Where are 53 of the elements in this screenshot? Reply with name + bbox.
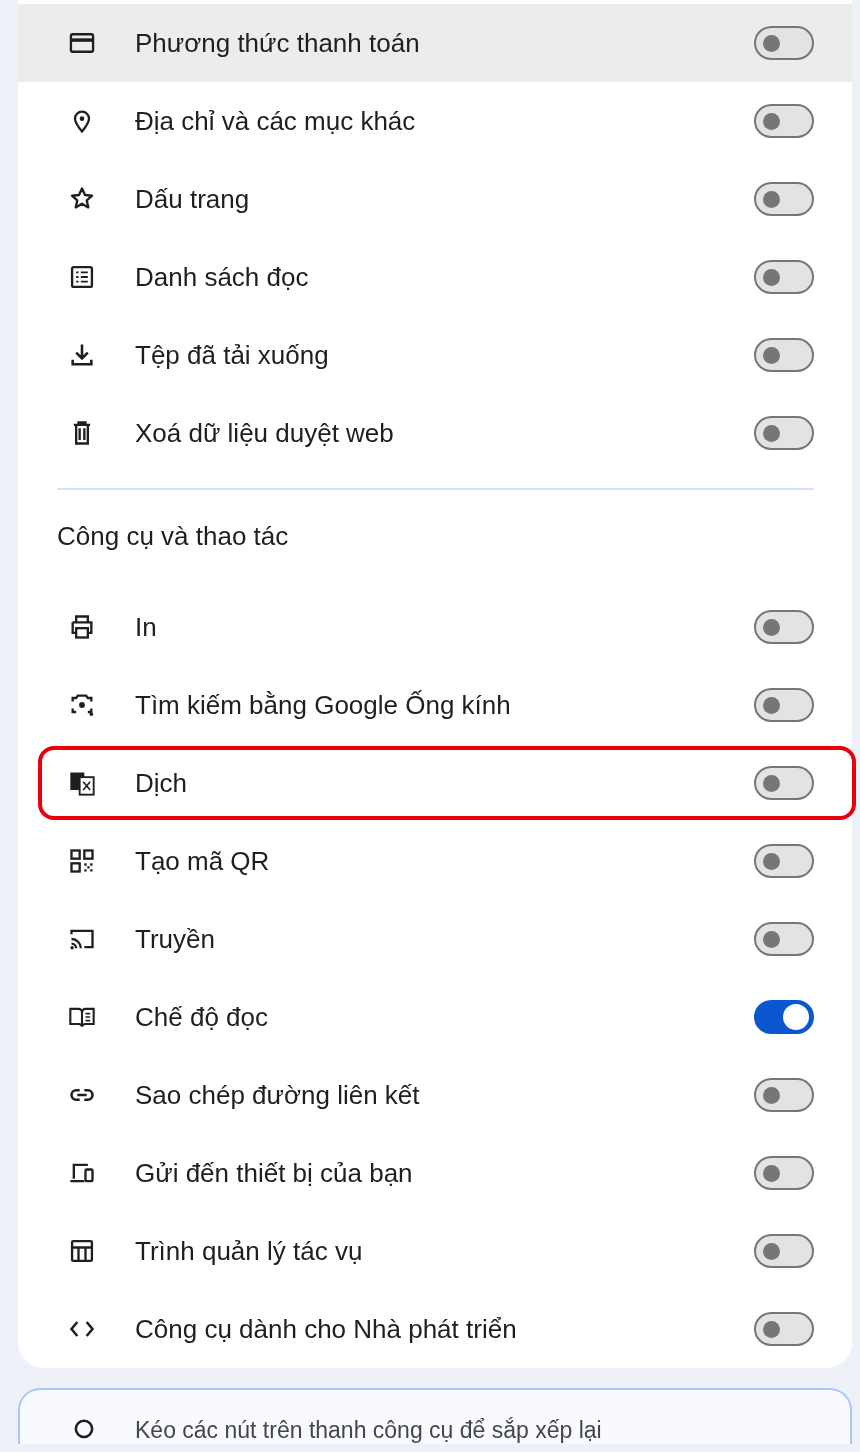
menu-item-label: Danh sách đọc [135,261,310,293]
menu-item-label: Phương thức thanh toán [135,27,421,59]
hint-text: Kéo các nút trên thanh công cụ để sắp xếp lại [135,1416,602,1444]
menu-item-label: Truyền [135,923,216,955]
menu-item[interactable]: Công cụ dành cho Nhà phát triển [18,1290,852,1368]
menu-item-label: Gửi đến thiết bị của bạn [135,1157,414,1189]
menu-item[interactable]: Gửi đến thiết bị của bạn [18,1134,852,1212]
menu-item[interactable]: Chế độ đọc [18,978,852,1056]
menu-item[interactable]: Phương thức thanh toán [18,4,852,82]
toggle-switch[interactable] [754,338,814,372]
menu-item-label: Sao chép đường liên kết [135,1079,421,1111]
menu-item-label: Trình quản lý tác vụ [135,1235,364,1267]
toggle-switch[interactable] [754,1234,814,1268]
section-header: Công cụ và thao tác [56,519,290,553]
menu-item[interactable]: Tạo mã QR [18,822,852,900]
toggle-switch[interactable] [754,1078,814,1112]
menu-item[interactable]: Trình quản lý tác vụ [18,1212,852,1290]
menu-item[interactable]: Tìm kiếm bằng Google Ống kính [18,666,852,744]
menu-item[interactable]: Sao chép đường liên kết [18,1056,852,1134]
toggle-switch[interactable] [754,26,814,60]
menu-item-label: Tìm kiếm bằng Google Ống kính [135,689,512,721]
menu-item[interactable]: Dịch [18,744,852,822]
toggle-switch[interactable] [754,688,814,722]
toggle-switch[interactable] [754,766,814,800]
toggle-switch[interactable] [754,260,814,294]
menu-item[interactable]: In [18,588,852,666]
menu-item-label: Địa chỉ và các mục khác [135,105,417,137]
menu-item-label: Dịch [135,767,188,799]
menu-item-label: Tạo mã QR [135,845,271,877]
menu-item-label: Tệp đã tải xuống [135,339,330,371]
menu-item[interactable]: Truyền [18,900,852,978]
toggle-switch[interactable] [754,1000,814,1034]
menu-item-label: Chế độ đọc [135,1001,269,1033]
list-icon [68,263,96,291]
menu-item[interactable]: Xoá dữ liệu duyệt web [18,394,852,472]
toggle-switch[interactable] [754,844,814,878]
window-layout-icon [68,1237,96,1265]
menu-item[interactable]: Địa chỉ và các mục khác [18,82,852,160]
menu-item-label: Xoá dữ liệu duyệt web [135,417,395,449]
menu-item[interactable]: Tệp đã tải xuống [18,316,852,394]
toggle-switch[interactable] [754,416,814,450]
menu-item-label: In [135,611,158,643]
toggle-switch[interactable] [754,104,814,138]
qr-code-icon [68,847,96,875]
toggle-switch[interactable] [754,1312,814,1346]
toggle-switch[interactable] [754,1156,814,1190]
menu-item[interactable]: Dấu trang [18,160,852,238]
toggle-switch[interactable] [754,182,814,216]
menu-item-label: Dấu trang [135,183,251,215]
menu-item-label: Công cụ dành cho Nhà phát triển [135,1313,518,1345]
toggle-switch[interactable] [754,922,814,956]
toggle-switch[interactable] [754,610,814,644]
menu-item[interactable]: Danh sách đọc [18,238,852,316]
